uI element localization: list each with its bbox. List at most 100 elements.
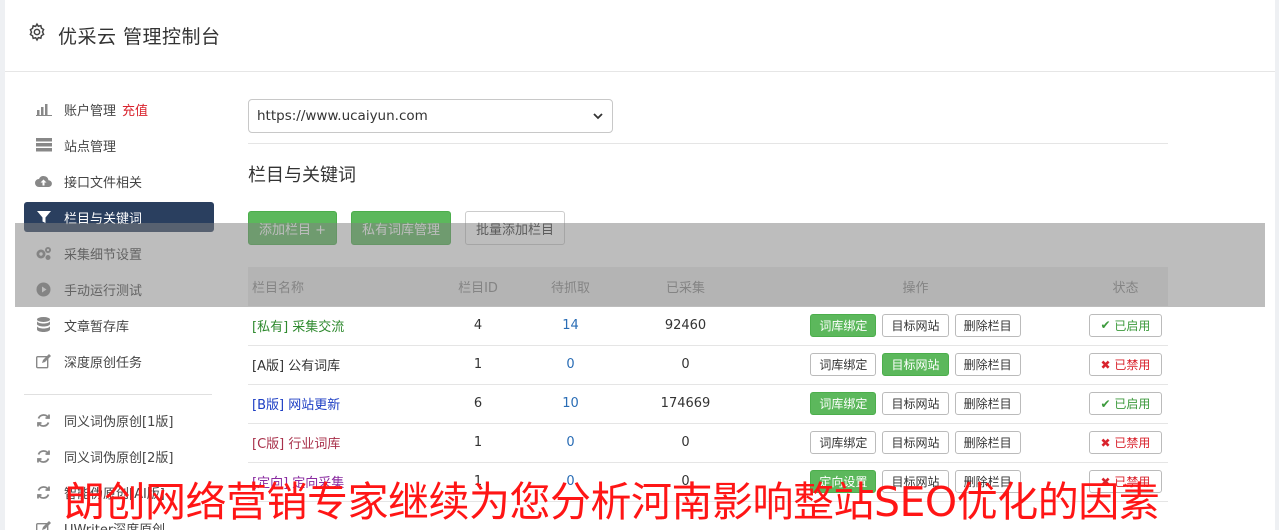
bind-lexicon-button[interactable]: 词库绑定	[810, 431, 877, 454]
bind-lexicon-button[interactable]: 词库绑定	[810, 353, 877, 376]
row-actions: 词库绑定 目标网站 删除栏目	[748, 345, 1083, 384]
check-icon: ✔	[1100, 318, 1115, 333]
column-pending: 0	[566, 435, 575, 450]
sidebar-item-manual-test[interactable]: 手动运行测试	[24, 274, 214, 304]
status-toggle[interactable]: ✖ 已禁用	[1089, 353, 1162, 376]
refresh-icon	[35, 484, 52, 501]
row-actions: 词库绑定 目标网站 删除栏目	[748, 423, 1083, 462]
sidebar: 账户管理 充值 站点管理 接口文件相关 栏目与关键词 采集细节设置 手动运行测试	[24, 94, 214, 530]
row-status: ✖ 已禁用	[1083, 423, 1168, 462]
table-row: [A版] 公有词库 1 0 0 词库绑定 目标网站 删除栏目 ✖ 已禁用	[248, 345, 1168, 384]
recharge-link[interactable]: 充值	[122, 100, 148, 119]
sidebar-item-label: 同义词伪原创[2版]	[64, 450, 174, 466]
column-pending: 14	[562, 317, 579, 333]
column-id: 1	[473, 357, 483, 372]
column-collected: 0	[681, 357, 690, 372]
row-actions: 词库绑定 目标网站 删除栏目	[748, 306, 1083, 345]
edit-icon	[35, 353, 52, 370]
delete-column-button[interactable]: 删除栏目	[954, 313, 1021, 337]
sidebar-item-sites[interactable]: 站点管理	[24, 130, 214, 160]
sidebar-item-interface-files[interactable]: 接口文件相关	[24, 166, 214, 196]
sidebar-item-deep-original[interactable]: 深度原创任务	[24, 346, 214, 376]
target-site-button[interactable]: 目标网站	[882, 392, 949, 415]
target-site-button[interactable]: 目标网站	[882, 353, 949, 376]
private-lexicon-button[interactable]: 私有词库管理	[351, 211, 452, 245]
table-row: [私有] 采集交流 4 14 92460 词库绑定 目标网站 删除栏目 ✔ 已启…	[248, 306, 1168, 345]
gears-icon	[35, 245, 52, 262]
col-header-name: 栏目名称	[252, 281, 305, 296]
column-collected: 92460	[664, 317, 707, 333]
check-icon: ✔	[1100, 396, 1115, 411]
row-status: ✖ 已禁用	[1083, 345, 1168, 384]
status-label: 已禁用	[1114, 436, 1151, 450]
column-pending: 10	[562, 396, 579, 411]
status-toggle[interactable]: ✔ 已启用	[1089, 392, 1162, 415]
col-header-collected: 已采集	[665, 281, 705, 296]
sidebar-item-collect-settings[interactable]: 采集细节设置	[24, 238, 214, 268]
site-select-value: https://www.ucaiyun.com	[257, 108, 428, 124]
target-site-button[interactable]: 目标网站	[882, 313, 949, 337]
chevron-down-icon	[593, 113, 603, 120]
row-status: ✔ 已启用	[1083, 306, 1168, 345]
columns-table: 栏目名称 栏目ID 待抓取 已采集 操作 状态 [私有] 采集交流 4 14 9…	[248, 267, 1168, 502]
column-id: 1	[473, 435, 483, 450]
column-collected: 174669	[660, 396, 711, 411]
delete-column-button[interactable]: 删除栏目	[954, 353, 1021, 376]
status-label: 已启用	[1114, 318, 1151, 333]
col-header-id: 栏目ID	[458, 281, 498, 296]
bind-lexicon-button[interactable]: 词库绑定	[810, 313, 877, 337]
table-header-row: 栏目名称 栏目ID 待抓取 已采集 操作 状态	[248, 267, 1168, 306]
filter-icon	[35, 209, 52, 226]
col-header-status: 状态	[1112, 281, 1139, 296]
divider	[248, 143, 1168, 144]
toolbar: 添加栏目 + 私有词库管理 批量添加栏目	[248, 211, 1168, 245]
status-label: 已禁用	[1114, 358, 1151, 372]
status-toggle[interactable]: ✖ 已禁用	[1089, 431, 1162, 454]
sidebar-item-synonym-v2[interactable]: 同义词伪原创[2版]	[24, 441, 214, 471]
sidebar-item-account[interactable]: 账户管理 充值	[24, 94, 214, 124]
target-site-button[interactable]: 目标网站	[882, 431, 949, 454]
column-id: 6	[473, 396, 483, 411]
sidebar-item-label: 账户管理	[64, 103, 117, 119]
bar-chart-icon	[35, 101, 52, 118]
refresh-icon	[35, 412, 52, 429]
main-content: https://www.ucaiyun.com 栏目与关键词 添加栏目 + 私有…	[248, 99, 1168, 502]
close-icon: ✖	[1100, 357, 1115, 372]
row-status: ✔ 已启用	[1083, 384, 1168, 423]
sidebar-item-synonym-v1[interactable]: 同义词伪原创[1版]	[24, 405, 214, 435]
edit-icon	[35, 520, 52, 530]
app-header: 优采云 管理控制台	[5, 0, 1275, 72]
sidebar-divider	[24, 394, 212, 395]
site-select[interactable]: https://www.ucaiyun.com	[248, 99, 613, 133]
bind-lexicon-button[interactable]: 词库绑定	[810, 392, 877, 415]
column-name[interactable]: [私有] 采集交流	[248, 306, 438, 345]
gear-icon	[29, 22, 45, 42]
batch-add-column-button[interactable]: 批量添加栏目	[465, 211, 566, 245]
sidebar-item-article-storage[interactable]: 文章暂存库	[24, 310, 214, 340]
section-title: 栏目与关键词	[248, 165, 356, 186]
sidebar-item-label: 栏目与关键词	[64, 211, 143, 227]
sidebar-item-label: 接口文件相关	[64, 175, 143, 191]
sidebar-item-label: 站点管理	[64, 139, 117, 155]
column-name[interactable]: [C版] 行业词库	[248, 423, 438, 462]
col-header-actions: 操作	[902, 281, 929, 296]
sidebar-item-label: 手动运行测试	[64, 283, 143, 299]
play-circle-icon	[35, 281, 52, 298]
column-name[interactable]: [A版] 公有词库	[248, 345, 438, 384]
add-column-button[interactable]: 添加栏目 +	[248, 211, 338, 245]
database-icon	[35, 317, 52, 334]
column-name[interactable]: [B版] 网站更新	[248, 384, 438, 423]
server-icon	[35, 137, 52, 154]
delete-column-button[interactable]: 删除栏目	[954, 431, 1021, 454]
sidebar-item-label: 文章暂存库	[64, 319, 130, 335]
delete-column-button[interactable]: 删除栏目	[954, 392, 1021, 415]
sidebar-item-label: 采集细节设置	[64, 247, 143, 263]
sidebar-item-columns-keywords[interactable]: 栏目与关键词	[24, 202, 214, 232]
row-actions: 词库绑定 目标网站 删除栏目	[748, 384, 1083, 423]
column-pending: 0	[566, 357, 575, 372]
status-toggle[interactable]: ✔ 已启用	[1089, 313, 1162, 337]
column-id: 4	[473, 317, 483, 333]
sidebar-item-label: 同义词伪原创[1版]	[64, 414, 174, 430]
table-row: [B版] 网站更新 6 10 174669 词库绑定 目标网站 删除栏目 ✔ 已…	[248, 384, 1168, 423]
column-collected: 0	[681, 435, 690, 450]
